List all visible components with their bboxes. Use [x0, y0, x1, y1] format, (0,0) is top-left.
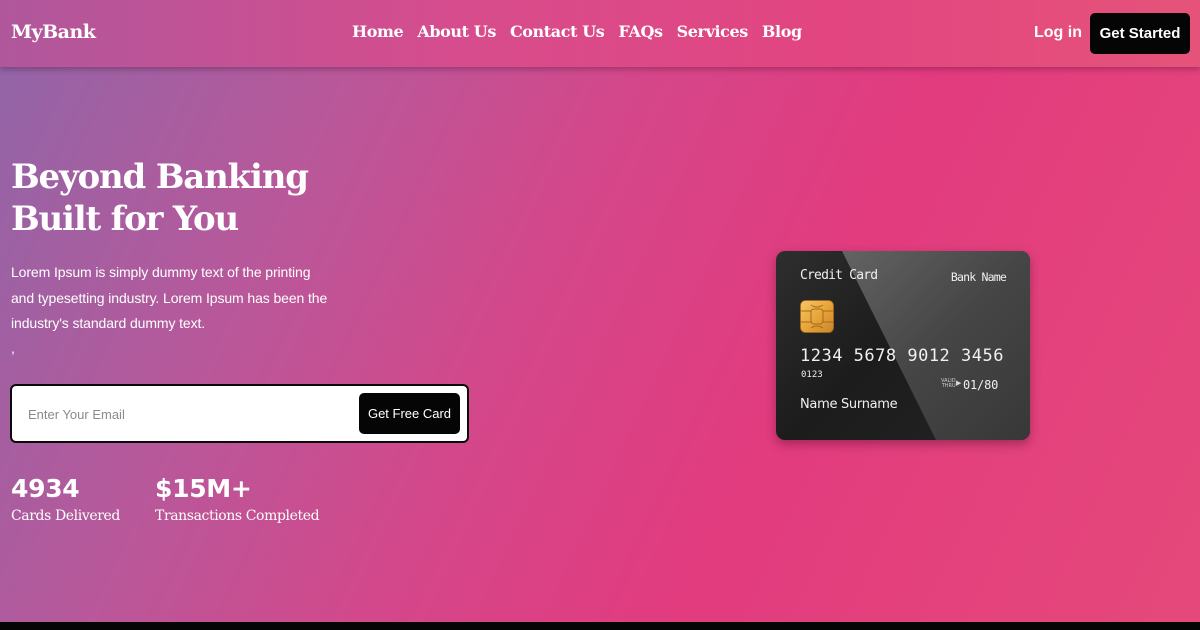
- nav-links: Home About Us Contact Us FAQs Services B…: [352, 22, 802, 41]
- stat-value: $15M+: [155, 474, 252, 503]
- card-holder-name: Name Surname: [800, 397, 898, 412]
- hero-title-line-2: Built for You: [11, 199, 239, 239]
- stat-transactions-completed: $15M+ Transactions Completed: [155, 474, 320, 524]
- nav-link-services[interactable]: Services: [677, 22, 749, 41]
- brand-logo[interactable]: MyBank: [11, 21, 96, 43]
- card-expiry: 01/80: [963, 378, 999, 392]
- card-type-label: Credit Card: [800, 268, 878, 283]
- triangle-right-icon: ▶: [956, 380, 962, 387]
- bottom-bar: [0, 622, 1200, 630]
- nav-link-faqs[interactable]: FAQs: [618, 22, 663, 41]
- navbar: MyBank Home About Us Contact Us FAQs Ser…: [0, 0, 1200, 67]
- chip-icon: [800, 300, 834, 333]
- stat-label: Transactions Completed: [155, 508, 320, 524]
- hero-description: Lorem Ipsum is simply dummy text of the …: [11, 264, 328, 331]
- card-valid-thru-label: VALID THRU: [941, 379, 956, 389]
- stat-label: Cards Delivered: [11, 508, 120, 524]
- hero-title-line-1: Beyond Banking: [11, 157, 309, 197]
- stat-cards-delivered: 4934 Cards Delivered: [11, 474, 120, 524]
- get-started-button[interactable]: Get Started: [1090, 13, 1190, 54]
- card-number: 1234 5678 9012 3456: [800, 346, 1004, 366]
- hero-title: Beyond Banking Built for You: [11, 156, 309, 240]
- get-free-card-button[interactable]: Get Free Card: [359, 393, 460, 434]
- email-signup-form: Get Free Card: [10, 384, 469, 443]
- valid-label-line-2: THRU: [941, 383, 956, 389]
- nav-link-contact-us[interactable]: Contact Us: [510, 22, 605, 41]
- stat-value: 4934: [11, 474, 80, 503]
- login-link[interactable]: Log in: [1034, 24, 1082, 42]
- email-input[interactable]: [26, 400, 350, 428]
- nav-link-blog[interactable]: Blog: [762, 22, 802, 41]
- card-bank-label: Bank Name: [950, 270, 1007, 284]
- nav-link-home[interactable]: Home: [352, 22, 404, 41]
- credit-card-illustration: Credit Card Bank Name 1234 5678 9012 345…: [776, 251, 1030, 440]
- stray-text: ,: [11, 340, 15, 356]
- nav-link-about-us[interactable]: About Us: [417, 22, 496, 41]
- card-small-number: 0123: [801, 370, 823, 380]
